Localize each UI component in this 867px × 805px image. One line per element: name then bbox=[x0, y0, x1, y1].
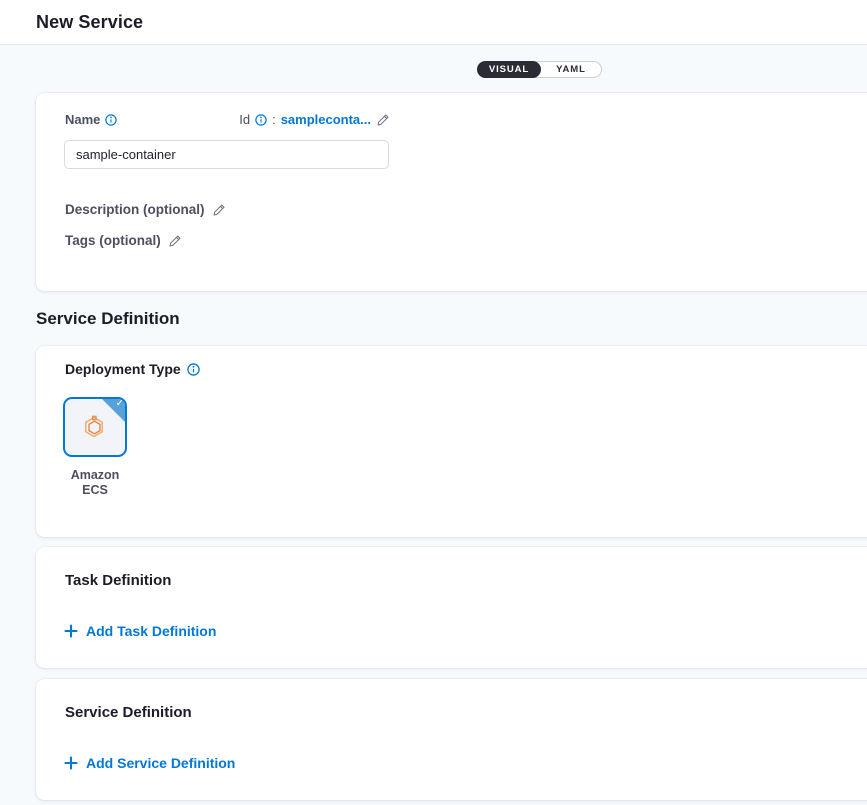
service-overview-card: Name Id : sampleconta... Description (op… bbox=[36, 93, 867, 291]
service-name-input[interactable] bbox=[64, 140, 389, 169]
name-info-icon[interactable] bbox=[105, 114, 117, 126]
id-separator: : bbox=[272, 112, 276, 127]
description-row: Description (optional) bbox=[65, 202, 226, 217]
task-definition-card: Task Definition Add Task Definition bbox=[36, 547, 867, 668]
deployment-type-info-icon[interactable] bbox=[187, 363, 200, 376]
add-task-definition-label: Add Task Definition bbox=[86, 623, 216, 639]
page-title: New Service bbox=[36, 12, 143, 33]
id-value[interactable]: sampleconta... bbox=[281, 112, 371, 127]
add-service-definition-label: Add Service Definition bbox=[86, 755, 235, 771]
id-group: Id : sampleconta... bbox=[239, 112, 390, 127]
id-edit-pencil-icon[interactable] bbox=[376, 113, 390, 127]
service-definition-card: Service Definition Add Service Definitio… bbox=[36, 679, 867, 800]
add-service-definition-button[interactable]: Add Service Definition bbox=[64, 755, 235, 771]
plus-icon bbox=[64, 756, 78, 770]
deployment-type-label-group: Deployment Type bbox=[65, 361, 200, 377]
deployment-type-label: Deployment Type bbox=[65, 361, 181, 377]
toggle-visual[interactable]: VISUAL bbox=[477, 61, 541, 78]
page-header: New Service bbox=[0, 0, 867, 45]
add-task-definition-button[interactable]: Add Task Definition bbox=[64, 623, 216, 639]
id-label: Id bbox=[239, 112, 250, 127]
service-definition-title: Service Definition bbox=[65, 704, 192, 721]
visual-yaml-toggle: VISUAL YAML bbox=[477, 61, 602, 78]
deployment-type-tile-label: Amazon ECS bbox=[63, 468, 127, 498]
deployment-type-tile-amazon-ecs[interactable]: ✓ bbox=[63, 397, 127, 457]
task-definition-title: Task Definition bbox=[65, 572, 171, 589]
description-label: Description (optional) bbox=[65, 202, 205, 217]
tags-label: Tags (optional) bbox=[65, 233, 161, 248]
description-edit-pencil-icon[interactable] bbox=[212, 203, 226, 217]
plus-icon bbox=[64, 624, 78, 638]
selected-check-icon: ✓ bbox=[116, 398, 124, 409]
name-label: Name bbox=[65, 112, 100, 127]
tags-row: Tags (optional) bbox=[65, 233, 182, 248]
name-id-row: Name Id : sampleconta... bbox=[65, 112, 390, 127]
service-definition-heading: Service Definition bbox=[36, 309, 180, 329]
tags-edit-pencil-icon[interactable] bbox=[168, 234, 182, 248]
id-info-icon[interactable] bbox=[255, 114, 267, 126]
deployment-type-card: Deployment Type ✓ Amazon ECS bbox=[36, 346, 867, 537]
toggle-yaml[interactable]: YAML bbox=[541, 62, 601, 77]
name-label-group: Name bbox=[65, 112, 117, 127]
